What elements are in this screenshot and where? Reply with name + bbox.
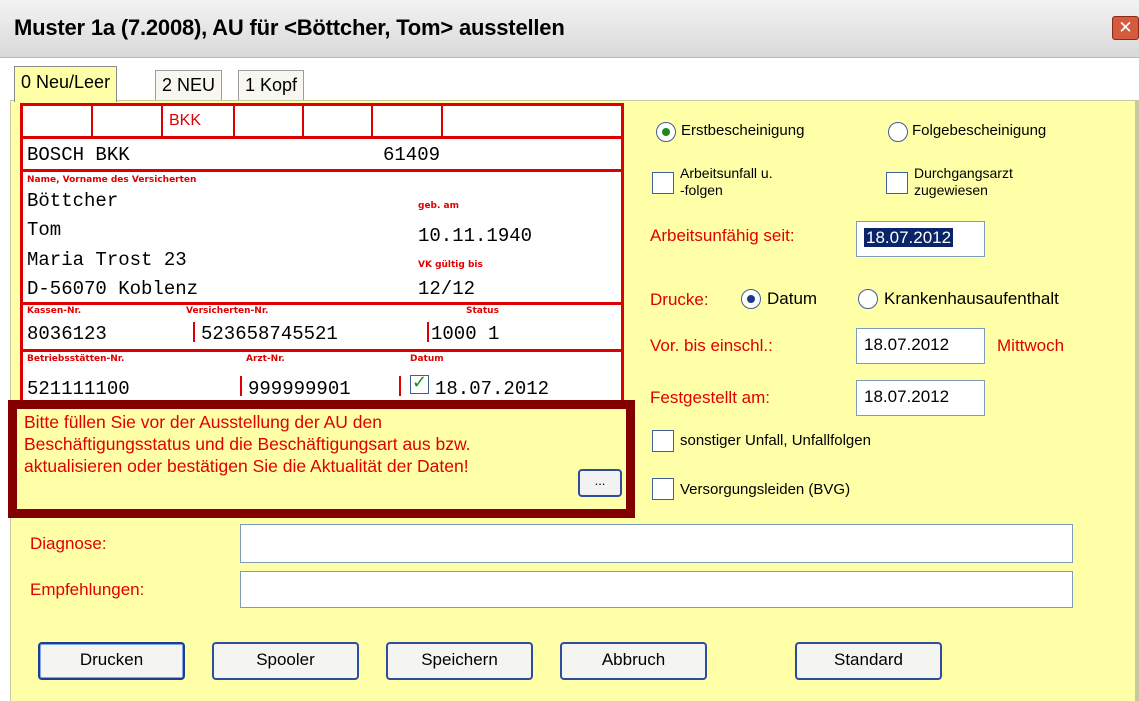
- drucke-datum-label: Datum: [767, 289, 818, 308]
- vor-bis-label: Vor. bis einschl.:: [650, 336, 773, 355]
- kassen-nr-label: Kassen-Nr.: [27, 306, 82, 316]
- versicherten-nr-label: Versicherten-Nr.: [186, 306, 269, 316]
- status-value: 1000 1: [431, 323, 500, 345]
- spooler-button[interactable]: Spooler: [212, 642, 359, 680]
- drucke-label: Drucke:: [650, 290, 709, 309]
- geb-label: geb. am: [418, 201, 459, 211]
- empfehlungen-input[interactable]: [240, 571, 1073, 608]
- warning-text: Bitte füllen Sie vor der Ausstellung der…: [24, 411, 584, 477]
- arzt-nr-label: Arzt-Nr.: [246, 354, 285, 364]
- tab-neu-leer[interactable]: 0 Neu/Leer: [14, 66, 118, 102]
- window-title: Muster 1a (7.2008), AU für <Böttcher, To…: [14, 15, 565, 40]
- betriebsstaetten-label: Betriebsstätten-Nr.: [27, 354, 125, 364]
- ort: D-56070 Koblenz: [27, 278, 199, 300]
- empfehlungen-label: Empfehlungen:: [30, 580, 145, 599]
- nachname: Böttcher: [27, 190, 119, 212]
- close-icon[interactable]: ✕: [1112, 16, 1139, 40]
- versicherten-nr: 523658745521: [201, 323, 338, 345]
- arbeitsunfaehig-label: Arbeitsunfähig seit:: [650, 226, 795, 245]
- erstbescheinigung-radio[interactable]: [656, 122, 676, 142]
- kassenart-label: BKK: [169, 112, 202, 129]
- diagnose-label: Diagnose:: [30, 534, 107, 553]
- vor-bis-field[interactable]: 18.07.2012: [856, 328, 985, 364]
- arzt-nr: 999999901: [248, 378, 351, 400]
- details-button[interactable]: ...: [578, 469, 622, 497]
- arbeitsunfall-checkbox[interactable]: [652, 172, 674, 194]
- betriebsstaetten-nr: 521111100: [27, 378, 130, 400]
- standard-button[interactable]: Standard: [795, 642, 942, 680]
- datum-label: Datum: [410, 354, 444, 364]
- festgestellt-label: Festgestellt am:: [650, 388, 770, 407]
- sonstiger-unfall-label: sonstiger Unfall, Unfallfolgen: [680, 432, 871, 449]
- vk-gueltig: 12/12: [418, 278, 476, 300]
- drucke-datum-radio[interactable]: [741, 289, 761, 309]
- versorgungsleiden-checkbox[interactable]: [652, 478, 674, 500]
- vk-label: VK gültig bis: [418, 260, 483, 270]
- diagnose-input[interactable]: [240, 524, 1073, 563]
- vorname: Tom: [27, 219, 62, 241]
- versorgungsleiden-label: Versorgungsleiden (BVG): [680, 481, 851, 498]
- sonstiger-unfall-checkbox[interactable]: [652, 430, 674, 452]
- folgebescheinigung-label: Folgebescheinigung: [912, 122, 1047, 139]
- folgebescheinigung-radio[interactable]: [888, 122, 908, 142]
- speichern-button[interactable]: Speichern: [386, 642, 533, 680]
- erstbescheinigung-label: Erstbescheinigung: [681, 122, 805, 139]
- weekday-label: Mittwoch: [997, 336, 1065, 355]
- tab-2-neu[interactable]: 2 NEU: [155, 70, 223, 102]
- krankenhaus-label: Krankenhausaufenthalt: [884, 289, 1059, 308]
- durchgangsarzt-label: Durchgangsarzt zugewiesen: [914, 165, 1013, 198]
- arbeitsunfaehig-field[interactable]: 18.07.2012: [856, 221, 985, 257]
- kassen-nr: 8036123: [27, 323, 107, 345]
- tab-1-kopf[interactable]: 1 Kopf: [238, 70, 305, 102]
- tab-strip: 0 Neu/Leer 2 NEU 1 Kopf: [0, 58, 1139, 102]
- name-label: Name, Vorname des Versicherten: [27, 175, 197, 185]
- warning-line-1: Bitte füllen Sie vor der Ausstellung der…: [24, 412, 382, 432]
- datum-checkbox[interactable]: ✓: [410, 372, 429, 394]
- arbeitsunfall-label: Arbeitsunfall u. -folgen: [680, 165, 773, 198]
- durchgangsarzt-checkbox[interactable]: [886, 172, 908, 194]
- krankenhaus-radio[interactable]: [858, 289, 878, 309]
- drucken-button[interactable]: Drucken: [38, 642, 185, 680]
- datum-value: 18.07.2012: [435, 378, 550, 400]
- geburtsdatum: 10.11.1940: [418, 225, 533, 247]
- abbruch-button[interactable]: Abbruch: [560, 642, 707, 680]
- check-icon: ✓: [412, 372, 428, 392]
- strasse: Maria Trost 23: [27, 249, 187, 271]
- status-label: Status: [466, 306, 499, 316]
- right-border: [1135, 100, 1139, 701]
- krankenkasse-name: BOSCH BKK: [27, 144, 130, 166]
- kassen-code: 61409: [383, 144, 441, 166]
- warning-line-2: Beschäftigungsstatus und die Beschäftigu…: [24, 434, 471, 454]
- warning-line-3: aktualisieren oder bestätigen Sie die Ak…: [24, 456, 469, 476]
- festgestellt-field[interactable]: 18.07.2012: [856, 380, 985, 416]
